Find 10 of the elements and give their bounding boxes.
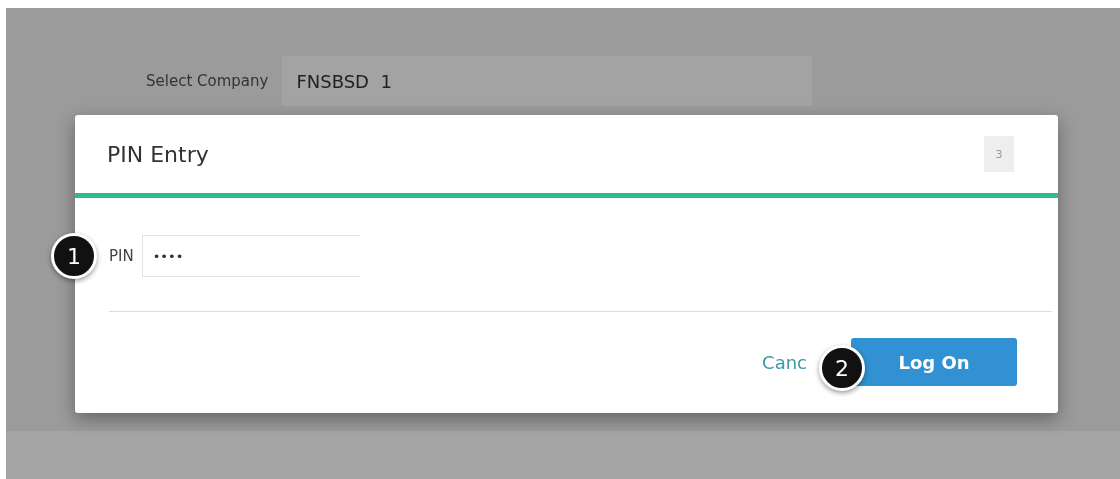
close-button[interactable]: 3 bbox=[984, 136, 1014, 172]
company-label: Select Company bbox=[146, 72, 269, 90]
log-on-button[interactable]: Log On bbox=[851, 338, 1017, 386]
pin-label: PIN bbox=[109, 247, 134, 265]
cancel-link[interactable]: Canc bbox=[762, 351, 807, 373]
dialog-title: PIN Entry bbox=[107, 141, 209, 167]
step-callout: 2 bbox=[819, 345, 865, 391]
pin-field[interactable]: •••• bbox=[141, 235, 360, 277]
company-field[interactable]: FNSBSD 1 bbox=[282, 56, 813, 106]
step-callout: 1 bbox=[51, 233, 97, 279]
